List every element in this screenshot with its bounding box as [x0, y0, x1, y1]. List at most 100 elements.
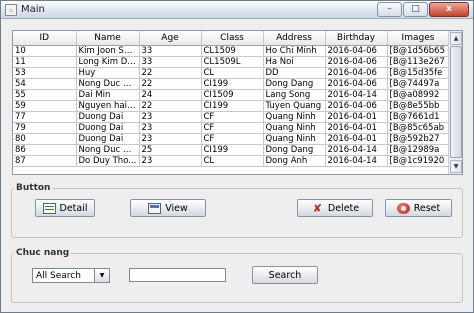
table-row[interactable]: 11 Long Kim Du... 33 CL1509L Ha Noi 2016-04-0…: [13, 56, 450, 68]
cell-images: [B@85c65ab: [387, 122, 450, 134]
cell-age: 33: [139, 56, 202, 68]
cell-id: 55: [13, 89, 77, 101]
cell-address: Ho Chi Minh: [263, 45, 326, 57]
cell-class: CF: [201, 111, 264, 123]
cell-birthday: 2016-04-06: [325, 56, 388, 68]
cell-class: CL1509: [201, 45, 264, 57]
students-grid: ID Name Age Class Address Birthday Image…: [13, 31, 450, 167]
title-bar[interactable]: ♨ Main – □ x: [1, 1, 473, 19]
table-row[interactable]: 77 Duong Dai 23 CF Quang Ninh 2016-04-01 [B@76…: [13, 111, 450, 123]
cell-address: DD: [263, 67, 326, 79]
maximize-button[interactable]: □: [403, 2, 428, 17]
students-table[interactable]: ID Name Age Class Address Birthday Image…: [12, 30, 463, 175]
cell-age: 22: [139, 100, 202, 112]
scroll-down-icon[interactable]: ▼: [450, 160, 462, 173]
cell-age: 23: [139, 133, 202, 145]
table-header: ID Name Age Class Address Birthday Image…: [13, 31, 450, 46]
cell-images: [B@7661d1: [387, 111, 450, 123]
view-button-label: View: [165, 202, 188, 214]
column-header-class[interactable]: Class: [201, 31, 264, 46]
cell-id: 86: [13, 144, 77, 156]
reset-button[interactable]: Reset: [385, 199, 452, 217]
cell-id: 59: [13, 100, 77, 112]
chevron-down-icon[interactable]: ▼: [94, 269, 109, 282]
scroll-up-icon[interactable]: ▲: [450, 32, 462, 45]
cell-name: Duong Dai: [76, 122, 140, 134]
cell-id: 10: [13, 45, 77, 57]
table-row[interactable]: 59 Nguyen hai ... 22 CI199 Tuyen Quang 2016-0…: [13, 100, 450, 112]
cell-images: [B@74497a: [387, 78, 450, 90]
cell-birthday: 2016-04-06: [325, 78, 388, 90]
cell-birthday: 2016-04-06: [325, 67, 388, 79]
column-header-birthday[interactable]: Birthday: [325, 31, 388, 46]
cell-class: CL: [201, 67, 264, 79]
cell-address: Quang Ninh: [263, 111, 326, 123]
cell-images: [B@15d35fe: [387, 67, 450, 79]
cell-address: Ha Noi: [263, 56, 326, 68]
cell-images: [B@1d56b65: [387, 45, 450, 57]
delete-button[interactable]: ✘ Delete: [297, 199, 373, 217]
cell-age: 25: [139, 144, 202, 156]
table-row[interactable]: 53 Huy 22 CL DD 2016-04-06 [B@15d35fe: [13, 67, 450, 79]
table-row[interactable]: 54 Nong Duc Huy 22 CI199 Dong Dang 2016-04-06…: [13, 78, 450, 90]
cell-class: CI1509: [201, 89, 264, 101]
java-cup-icon: ♨: [5, 4, 17, 16]
reset-button-label: Reset: [413, 202, 441, 214]
cell-images: [B@12989a: [387, 144, 450, 156]
cell-address: Dong Anh: [263, 155, 326, 167]
search-type-select[interactable]: All Search ▼: [32, 268, 110, 283]
cell-birthday: 2016-04-06: [325, 45, 388, 57]
view-button[interactable]: View: [130, 199, 206, 217]
window-title: Main: [21, 4, 45, 15]
cell-age: 23: [139, 111, 202, 123]
detail-button[interactable]: Detail: [35, 199, 95, 217]
cell-name: Nguyen hai ...: [76, 100, 140, 112]
cell-class: CI199: [201, 100, 264, 112]
cell-age: 33: [139, 45, 202, 57]
table-row[interactable]: 80 Duong Dai 23 CF Quang Ninh 2016-04-01 [B@59…: [13, 133, 450, 145]
detail-button-label: Detail: [59, 202, 88, 214]
cell-class: CL: [201, 155, 264, 167]
cell-id: 80: [13, 133, 77, 145]
table-row[interactable]: 55 Dai Min 24 CI1509 Lang Song 2016-04-14 [B@a…: [13, 89, 450, 101]
cell-address: Quang Ninh: [263, 133, 326, 145]
cell-address: Dong Dang: [263, 78, 326, 90]
cell-name: Long Kim Du...: [76, 56, 140, 68]
delete-button-label: Delete: [327, 202, 360, 214]
chuc-nang-legend: Chuc nang: [16, 248, 70, 258]
cell-age: 22: [139, 67, 202, 79]
cell-birthday: 2016-04-01: [325, 111, 388, 123]
cell-age: 23: [139, 122, 202, 134]
table-scrollbar[interactable]: ▲ ▼: [448, 31, 462, 174]
cell-images: [B@113e267: [387, 56, 450, 68]
table-row[interactable]: 10 Kim Joon Shin 33 CL1509 Ho Chi Minh 2016-0…: [13, 45, 450, 57]
column-header-id[interactable]: ID: [13, 31, 77, 46]
table-row[interactable]: 79 Duong Dai 23 CF Quang Ninh 2016-04-01 [B@85…: [13, 122, 450, 134]
cell-id: 54: [13, 78, 77, 90]
cell-name: Kim Joon Shin: [76, 45, 140, 57]
search-input[interactable]: [129, 268, 226, 282]
cell-birthday: 2016-04-06: [325, 100, 388, 112]
cell-class: CL1509L: [201, 56, 264, 68]
cell-address: Quang Ninh: [263, 122, 326, 134]
scroll-thumb[interactable]: [450, 46, 462, 158]
cell-birthday: 2016-04-14: [325, 89, 388, 101]
column-header-age[interactable]: Age: [139, 31, 202, 46]
cell-name: Nong Duc H...: [76, 144, 140, 156]
cell-name: Do Duy Tho...: [76, 155, 140, 167]
close-button[interactable]: x: [429, 2, 469, 17]
column-header-name[interactable]: Name: [76, 31, 140, 46]
cell-images: [B@a08992: [387, 89, 450, 101]
minimize-button[interactable]: –: [377, 2, 402, 17]
search-button[interactable]: Search: [252, 266, 318, 284]
cell-id: 53: [13, 67, 77, 79]
table-row[interactable]: 87 Do Duy Tho... 23 CL Dong Anh 2016-04-14 [B@…: [13, 155, 450, 167]
column-header-address[interactable]: Address: [263, 31, 326, 46]
search-button-label: Search: [268, 269, 302, 281]
cell-name: Nong Duc Huy: [76, 78, 140, 90]
table-row[interactable]: 86 Nong Duc H... 25 CI199 Dong Dang 2016-04-1…: [13, 144, 450, 156]
cell-class: CF: [201, 133, 264, 145]
cell-class: CI199: [201, 144, 264, 156]
cell-name: Huy: [76, 67, 140, 79]
column-header-images[interactable]: Images: [387, 31, 450, 46]
